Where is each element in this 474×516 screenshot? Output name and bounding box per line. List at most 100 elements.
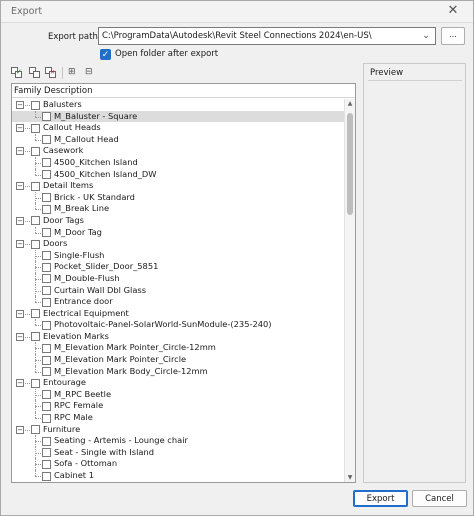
tree-item-row[interactable]: M_Double-Flush	[12, 272, 344, 285]
tree-column-header[interactable]: ˆ Family Description	[12, 84, 355, 98]
tree-group-row[interactable]: − Balusters	[12, 99, 344, 111]
item-checkbox[interactable]	[42, 193, 51, 203]
collapse-toggle-icon[interactable]: −	[16, 309, 24, 318]
tree-item-row[interactable]: M_Elevation Mark Pointer_Circle-12mm	[12, 342, 344, 355]
tree-group-row[interactable]: − Detail Items	[12, 180, 344, 192]
tree-item-row[interactable]: Curtain Wall Dbl Glass	[12, 284, 344, 297]
tree-group-row[interactable]: − Electrical Equipment	[12, 308, 344, 320]
expand-all-icon[interactable]: ⊞	[68, 67, 80, 79]
chevron-down-icon[interactable]: ⌄	[419, 29, 433, 43]
item-checkbox[interactable]	[42, 170, 51, 180]
tree-item-row[interactable]: M_Break Line	[12, 203, 344, 215]
tree-group-row[interactable]: − Callout Heads	[12, 122, 344, 134]
group-checkbox[interactable]	[31, 378, 40, 388]
item-checkbox[interactable]	[42, 459, 51, 469]
scroll-up-icon[interactable]: ▲	[345, 99, 355, 109]
tree-group-label: Elevation Marks	[43, 330, 109, 341]
item-checkbox[interactable]	[42, 320, 51, 330]
item-checkbox[interactable]	[42, 158, 51, 168]
uncheck-all-icon[interactable]	[29, 67, 41, 79]
group-checkbox[interactable]	[31, 100, 40, 110]
item-checkbox[interactable]	[42, 228, 51, 238]
tree-item-row[interactable]: Seating - Artemis - Lounge chair	[12, 435, 344, 447]
tree-item-row[interactable]: Pocket_Slider_Door_5851	[12, 261, 344, 273]
scrollbar-thumb[interactable]	[347, 113, 353, 215]
collapse-toggle-icon[interactable]: −	[16, 332, 24, 341]
collapse-all-icon[interactable]: ⊟	[85, 67, 97, 79]
tree-item-row[interactable]: 4500_Kitchen Island	[12, 156, 344, 169]
item-checkbox[interactable]	[42, 343, 51, 353]
close-icon[interactable]: ✕	[445, 3, 461, 19]
item-checkbox[interactable]	[42, 367, 51, 377]
group-checkbox[interactable]	[31, 181, 40, 191]
item-checkbox[interactable]	[42, 401, 51, 411]
export-dialog: Export ✕ Export path: ⌄ ... ✓ Open folde…	[0, 0, 474, 516]
tree-item-row[interactable]: Single-Flush	[12, 249, 344, 262]
item-checkbox[interactable]	[42, 112, 51, 122]
item-checkbox[interactable]	[42, 262, 51, 272]
group-checkbox[interactable]	[31, 239, 40, 249]
tree-item-row[interactable]: Entrance door	[12, 296, 344, 308]
collapse-toggle-icon[interactable]: −	[16, 425, 24, 434]
export-path-input[interactable]	[99, 28, 417, 44]
collapse-toggle-icon[interactable]: −	[16, 182, 24, 191]
group-checkbox[interactable]	[31, 309, 40, 319]
group-checkbox[interactable]	[31, 425, 40, 435]
collapse-toggle-icon[interactable]: −	[16, 240, 24, 249]
tree-group-row[interactable]: − Entourage	[12, 377, 344, 389]
collapse-toggle-icon[interactable]: −	[16, 124, 24, 133]
collapse-toggle-icon[interactable]: −	[16, 101, 24, 109]
invert-selection-icon[interactable]: ✕	[45, 67, 57, 79]
tree-item-row[interactable]: M_Elevation Mark Body_Circle-12mm	[12, 365, 344, 378]
item-checkbox[interactable]	[42, 413, 51, 423]
preview-label: Preview	[370, 68, 404, 78]
tree-item-row[interactable]: M_Callout Head	[12, 133, 344, 146]
tree-item-row[interactable]: M_RPC Beetle	[12, 388, 344, 401]
tree-item-row[interactable]: M_Door Tag	[12, 226, 344, 239]
item-checkbox[interactable]	[42, 448, 51, 458]
item-checkbox[interactable]	[42, 204, 51, 214]
group-checkbox[interactable]	[31, 332, 40, 342]
export-path-combobox[interactable]: ⌄	[98, 27, 436, 45]
collapse-toggle-icon[interactable]: −	[16, 379, 24, 388]
item-checkbox[interactable]	[42, 436, 51, 446]
tree-scrollbar[interactable]: ▲ ▼	[344, 99, 355, 482]
tree-item-row[interactable]: 4500_Kitchen Island_DW	[12, 168, 344, 181]
tree-item-row[interactable]: RPC Female	[12, 400, 344, 413]
tree-group-label: Callout Heads	[43, 122, 101, 133]
tree-group-row[interactable]: − Elevation Marks	[12, 331, 344, 343]
collapse-toggle-icon[interactable]: −	[16, 216, 24, 225]
item-checkbox[interactable]	[42, 297, 51, 307]
tree-item-row[interactable]: RPC Male	[12, 412, 344, 424]
group-checkbox[interactable]	[31, 216, 40, 226]
tree-item-row[interactable]: Brick - UK Standard	[12, 191, 344, 204]
item-checkbox[interactable]	[42, 135, 51, 145]
tree-group-row[interactable]: − Door Tags	[12, 215, 344, 227]
tree-item-row[interactable]: Cabinet 1	[12, 470, 344, 482]
browse-button[interactable]: ...	[441, 27, 465, 45]
cancel-button[interactable]: Cancel	[412, 490, 467, 507]
tree-item-row[interactable]: M_Elevation Mark Pointer_Circle	[12, 354, 344, 366]
tree-item-row[interactable]: M_Baluster - Square	[12, 110, 344, 123]
item-checkbox[interactable]	[42, 355, 51, 365]
tree-item-row[interactable]: Sofa - Ottoman	[12, 458, 344, 470]
tree-item-row[interactable]: Photovoltaic-Panel-SolarWorld-SunModule-…	[12, 319, 344, 331]
export-button[interactable]: Export	[353, 490, 408, 507]
item-checkbox[interactable]	[42, 471, 51, 481]
item-checkbox[interactable]	[42, 274, 51, 284]
item-checkbox[interactable]	[42, 390, 51, 400]
open-folder-checkbox[interactable]: ✓	[100, 49, 111, 60]
group-checkbox[interactable]	[31, 146, 40, 156]
item-checkbox[interactable]	[42, 286, 51, 295]
group-checkbox[interactable]	[31, 123, 40, 133]
tree-item-row[interactable]: Seat - Single with Island	[12, 446, 344, 459]
collapse-toggle-icon[interactable]: −	[16, 147, 24, 156]
tree-group-row[interactable]: − Casework	[12, 145, 344, 157]
family-tree[interactable]: ˆ Family Description − Balusters M_Baluste…	[11, 83, 356, 483]
scroll-down-icon[interactable]: ▼	[345, 473, 355, 482]
check-all-icon[interactable]: ✓	[11, 67, 23, 79]
tree-group-row[interactable]: − Furniture	[12, 424, 344, 436]
tree-item-label: Single-Flush	[54, 249, 105, 260]
tree-group-row[interactable]: − Doors	[12, 238, 344, 250]
item-checkbox[interactable]	[42, 251, 51, 261]
